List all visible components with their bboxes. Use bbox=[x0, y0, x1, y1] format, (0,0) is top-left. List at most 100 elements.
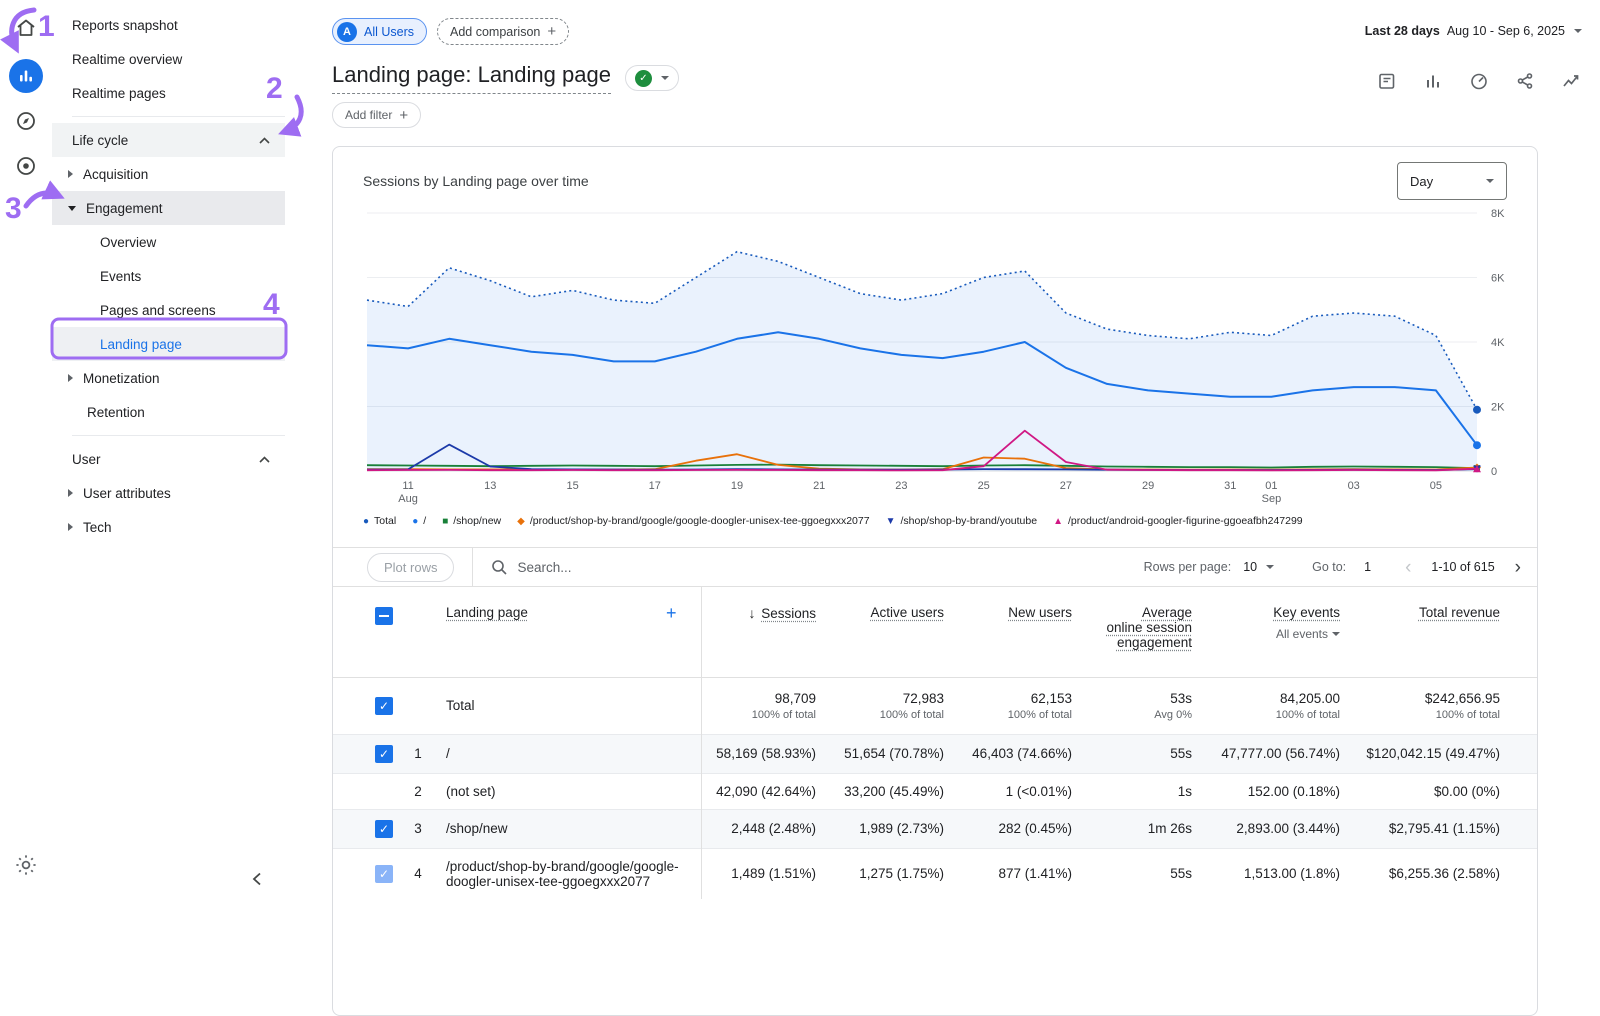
all-users-chip[interactable]: A All Users bbox=[332, 18, 427, 45]
sidebar-section-user[interactable]: User bbox=[52, 442, 285, 476]
plot-rows-button[interactable]: Plot rows bbox=[367, 553, 454, 582]
key-events-cell: 47,777.00 (56.74%) bbox=[1192, 734, 1340, 773]
svg-text:21: 21 bbox=[813, 480, 825, 492]
new-users-cell: 877 (1.41%) bbox=[944, 848, 1072, 899]
svg-text:11: 11 bbox=[402, 480, 413, 492]
sidebar-item-reports-snapshot[interactable]: Reports snapshot bbox=[52, 8, 285, 42]
add-filter-button[interactable]: Add filter + bbox=[332, 102, 421, 128]
column-header-key-events[interactable]: Key events All events bbox=[1192, 587, 1340, 677]
home-icon bbox=[14, 16, 38, 40]
legend-item[interactable]: ■/shop/new bbox=[442, 515, 501, 527]
all-users-label: All Users bbox=[364, 25, 414, 39]
sessions-cell: 2,448 (2.48%) bbox=[701, 809, 816, 848]
add-comparison-button[interactable]: Add comparison + bbox=[437, 18, 569, 45]
expand-down-icon[interactable] bbox=[68, 206, 76, 211]
comparison-bars-button[interactable] bbox=[1422, 70, 1444, 92]
chevron-up-icon[interactable] bbox=[258, 136, 271, 145]
column-header-avg-engagement[interactable]: Average online session engagement bbox=[1072, 587, 1192, 677]
column-header-landing-page[interactable]: Landing page bbox=[446, 605, 528, 620]
sidebar-item-monetization[interactable]: Monetization bbox=[52, 361, 285, 395]
chart-title: Sessions by Landing page over time bbox=[363, 173, 589, 189]
revenue-cell: $0.00 (0%) bbox=[1340, 773, 1537, 809]
sidebar-item-realtime-overview[interactable]: Realtime overview bbox=[52, 42, 285, 76]
sidebar-item-engagement[interactable]: Engagement bbox=[52, 191, 285, 225]
report-main: A All Users Add comparison + Last 28 day… bbox=[324, 0, 1600, 923]
chevron-up-icon[interactable] bbox=[258, 455, 271, 464]
reports-button[interactable] bbox=[6, 56, 46, 96]
chevron-down-icon bbox=[1574, 29, 1582, 33]
sidebar-item-realtime-pages[interactable]: Realtime pages bbox=[52, 76, 285, 110]
report-card: Sessions by Landing page over time Day 0… bbox=[332, 146, 1538, 1016]
sidebar-item-label: User attributes bbox=[83, 486, 171, 501]
svg-text:Sep: Sep bbox=[1262, 493, 1282, 505]
sidebar-item-retention[interactable]: Retention bbox=[52, 395, 285, 429]
audience-avatar: A bbox=[337, 22, 357, 42]
legend-label: /product/android-googler-figurine-ggoeaf… bbox=[1068, 515, 1303, 527]
row-checkbox[interactable]: ✓ bbox=[375, 745, 393, 763]
svg-text:31: 31 bbox=[1224, 480, 1236, 492]
total-row-checkbox[interactable]: ✓ bbox=[375, 697, 393, 715]
svg-text:25: 25 bbox=[978, 480, 990, 492]
speed-button[interactable] bbox=[1468, 70, 1490, 92]
collapse-sidebar-button[interactable] bbox=[245, 867, 269, 891]
sidebar-item-overview[interactable]: Overview bbox=[52, 225, 285, 259]
explore-button[interactable] bbox=[6, 101, 46, 141]
svg-text:4K: 4K bbox=[1491, 337, 1505, 349]
add-column-button[interactable]: + bbox=[666, 605, 677, 621]
active-users-cell: 51,654 (70.78%) bbox=[816, 734, 944, 773]
new-users-cell: 282 (0.45%) bbox=[944, 809, 1072, 848]
sidebar-item-pages-and-screens[interactable]: Pages and screens bbox=[52, 293, 285, 327]
home-button[interactable] bbox=[6, 8, 46, 48]
share-button[interactable] bbox=[1514, 70, 1536, 92]
granularity-value: Day bbox=[1410, 174, 1433, 189]
legend-item[interactable]: ▲/product/android-googler-figurine-ggoea… bbox=[1053, 515, 1303, 527]
advertising-button[interactable] bbox=[6, 146, 46, 186]
data-quality-pill[interactable]: ✓ bbox=[625, 65, 679, 91]
legend-label: /shop/shop-by-brand/youtube bbox=[900, 515, 1037, 527]
legend-item[interactable]: ●/ bbox=[412, 515, 426, 527]
date-range-preset: Last 28 days bbox=[1365, 24, 1440, 38]
sidebar-item-user-attributes[interactable]: User attributes bbox=[52, 476, 285, 510]
expand-right-icon[interactable] bbox=[68, 489, 73, 497]
advertising-icon bbox=[14, 154, 38, 178]
select-all-checkbox[interactable] bbox=[375, 607, 393, 625]
next-page-button[interactable]: › bbox=[1515, 558, 1521, 577]
revenue-cell: $120,042.15 (49.47%) bbox=[1340, 734, 1537, 773]
sidebar-section-life-cycle[interactable]: Life cycle bbox=[52, 123, 285, 157]
table-row[interactable]: ✓1/58,169 (58.93%)51,654 (70.78%)46,403 … bbox=[333, 734, 1537, 773]
date-range-picker[interactable]: Last 28 days Aug 10 - Sep 6, 2025 bbox=[1365, 24, 1582, 38]
admin-settings-button[interactable] bbox=[6, 845, 46, 885]
expand-right-icon[interactable] bbox=[68, 170, 73, 178]
expand-right-icon[interactable] bbox=[68, 523, 73, 531]
expand-right-icon[interactable] bbox=[68, 374, 73, 382]
column-header-active-users[interactable]: Active users bbox=[816, 587, 944, 677]
granularity-select[interactable]: Day bbox=[1397, 162, 1507, 200]
sidebar-item-events[interactable]: Events bbox=[52, 259, 285, 293]
table-row[interactable]: ✓4/product/shop-by-brand/google/google-d… bbox=[333, 848, 1537, 899]
insights-button[interactable] bbox=[1560, 70, 1582, 92]
row-checkbox[interactable]: ✓ bbox=[375, 865, 393, 883]
legend-marker-icon: ● bbox=[412, 516, 418, 527]
key-events-filter-select[interactable]: All events bbox=[1192, 627, 1340, 641]
prev-page-button[interactable]: ‹ bbox=[1405, 558, 1411, 577]
column-header-new-users[interactable]: New users bbox=[944, 587, 1072, 677]
active-users-cell: 1,275 (1.75%) bbox=[816, 848, 944, 899]
notes-button[interactable] bbox=[1376, 70, 1398, 92]
legend-item[interactable]: ◆/product/shop-by-brand/google/google-do… bbox=[517, 515, 869, 527]
sidebar-item-label: Reports snapshot bbox=[72, 18, 178, 33]
rows-per-page-select[interactable]: 10 bbox=[1243, 560, 1274, 574]
sidebar-item-landing-page[interactable]: Landing page bbox=[52, 327, 285, 361]
column-header-total-revenue[interactable]: Total revenue bbox=[1340, 587, 1537, 677]
sessions-chart: 02K4K6K8K11Aug1315171921232527293101Sep0… bbox=[361, 203, 1521, 509]
row-checkbox[interactable]: ✓ bbox=[375, 820, 393, 838]
svg-text:8K: 8K bbox=[1491, 208, 1505, 220]
column-header-sessions[interactable]: ↓ Sessions bbox=[701, 587, 816, 677]
sidebar-item-acquisition[interactable]: Acquisition bbox=[52, 157, 285, 191]
legend-item[interactable]: ▼/shop/shop-by-brand/youtube bbox=[886, 515, 1038, 527]
search-input[interactable] bbox=[517, 560, 817, 575]
legend-item[interactable]: ●Total bbox=[363, 515, 396, 527]
table-row[interactable]: 2(not set)42,090 (42.64%)33,200 (45.49%)… bbox=[333, 773, 1537, 809]
sidebar-item-tech[interactable]: Tech bbox=[52, 510, 285, 544]
goto-input[interactable]: 1 bbox=[1364, 560, 1371, 574]
table-row[interactable]: ✓3/shop/new2,448 (2.48%)1,989 (2.73%)282… bbox=[333, 809, 1537, 848]
